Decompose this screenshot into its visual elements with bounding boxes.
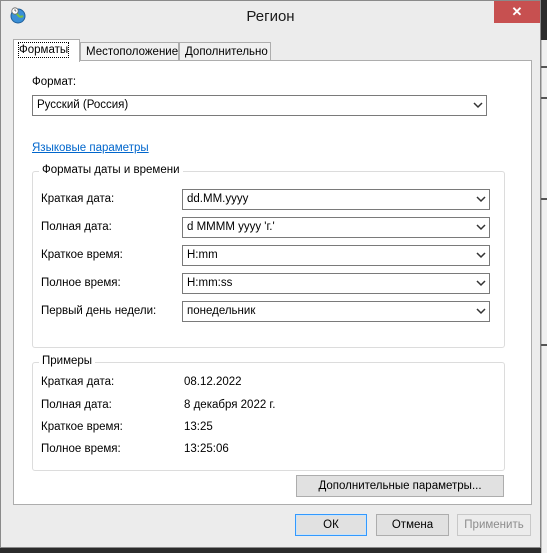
background-window-mark — [541, 97, 547, 99]
title-bar: Регион — [1, 1, 540, 33]
examples-group: Примеры Краткая дата: 08.12.2022 Полная … — [32, 355, 505, 471]
background-window-mark — [541, 344, 547, 346]
first-day-value: понедельник — [187, 305, 256, 317]
tab-location[interactable]: Местоположение — [80, 42, 179, 60]
example-long-date-value: 8 декабря 2022 г. — [184, 399, 276, 411]
chevron-down-icon — [476, 308, 486, 315]
long-date-label: Полная дата: — [41, 221, 112, 233]
tab-formats-label: Форматы — [17, 42, 70, 58]
chevron-down-icon — [476, 280, 486, 287]
example-long-date-label: Полная дата: — [41, 399, 112, 411]
region-dialog: Регион ✕ Форматы Местоположение Дополнит… — [0, 0, 541, 548]
example-long-time-value: 13:25:06 — [184, 443, 229, 455]
format-select[interactable]: Русский (Россия) — [32, 95, 487, 116]
short-date-label: Краткая дата: — [41, 193, 115, 205]
chevron-down-icon — [473, 102, 483, 109]
chevron-down-icon — [476, 224, 486, 231]
tab-advanced[interactable]: Дополнительно — [179, 42, 271, 60]
datetime-formats-title: Форматы даты и времени — [39, 164, 183, 176]
examples-title: Примеры — [39, 355, 96, 367]
short-time-select[interactable]: H:mm — [182, 245, 490, 266]
long-time-select[interactable]: H:mm:ss — [182, 273, 490, 294]
long-date-value: d MMMM yyyy 'г.' — [187, 221, 275, 233]
background-window-edge — [541, 40, 547, 553]
advanced-settings-button[interactable]: Дополнительные параметры... — [296, 475, 504, 497]
tab-formats[interactable]: Форматы — [13, 39, 80, 62]
apply-button[interactable]: Применить — [457, 514, 531, 536]
short-time-label: Краткое время: — [41, 249, 123, 261]
example-short-time-label: Краткое время: — [41, 421, 123, 433]
language-settings-link[interactable]: Языковые параметры — [32, 142, 149, 154]
first-day-select[interactable]: понедельник — [182, 301, 490, 322]
window-title: Регион — [246, 8, 295, 25]
chevron-down-icon — [476, 196, 486, 203]
example-long-time-label: Полное время: — [41, 443, 121, 455]
short-date-value: dd.MM.yyyy — [187, 193, 249, 205]
close-icon: ✕ — [511, 4, 523, 19]
formats-panel: Формат: Русский (Россия) Языковые параме… — [13, 60, 532, 505]
long-date-select[interactable]: d MMMM yyyy 'г.' — [182, 217, 490, 238]
format-value: Русский (Россия) — [37, 99, 129, 111]
long-time-label: Полное время: — [41, 277, 121, 289]
datetime-formats-group: Форматы даты и времени Краткая дата: dd.… — [32, 164, 505, 348]
tab-advanced-label: Дополнительно — [185, 46, 268, 58]
cancel-button[interactable]: Отмена — [376, 514, 449, 536]
long-time-value: H:mm:ss — [187, 277, 233, 289]
chevron-down-icon — [476, 252, 486, 259]
example-short-date-value: 08.12.2022 — [184, 376, 242, 388]
ok-button[interactable]: ОК — [295, 514, 367, 536]
close-button[interactable]: ✕ — [494, 1, 540, 23]
background-window-mark — [541, 66, 547, 68]
tab-location-label: Местоположение — [86, 46, 179, 58]
example-short-time-value: 13:25 — [184, 421, 213, 433]
short-time-value: H:mm — [187, 249, 218, 261]
format-label: Формат: — [32, 76, 77, 88]
example-short-date-label: Краткая дата: — [41, 376, 115, 388]
background-window-mark — [541, 198, 547, 200]
short-date-select[interactable]: dd.MM.yyyy — [182, 189, 490, 210]
first-day-label: Первый день недели: — [41, 305, 157, 317]
